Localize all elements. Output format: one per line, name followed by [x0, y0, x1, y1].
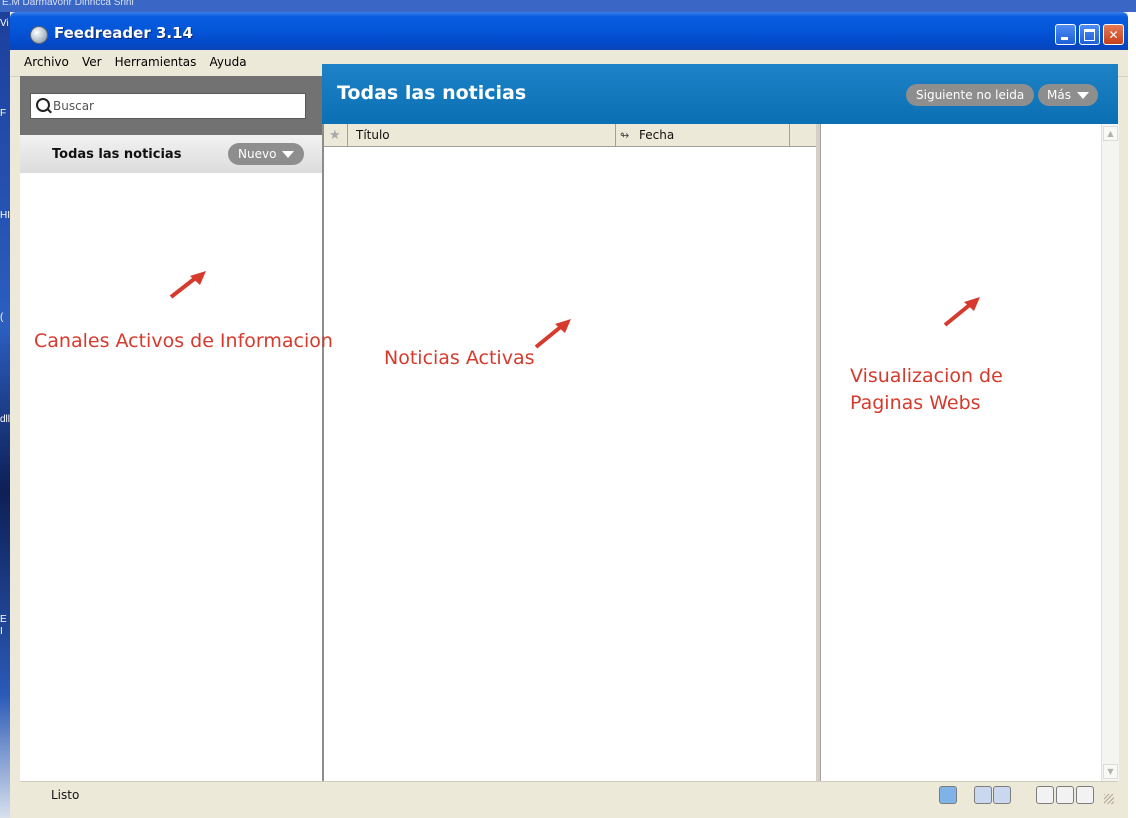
article-list[interactable]: [324, 147, 816, 781]
arrow-icon: [534, 319, 571, 349]
new-feed-label: Nuevo: [238, 147, 277, 161]
more-label: Más: [1047, 88, 1071, 102]
desktop-icon-label[interactable]: HI: [0, 210, 10, 221]
desktop-icon-label[interactable]: Vi: [0, 18, 10, 29]
feeds-title[interactable]: Todas las noticias: [52, 147, 181, 162]
more-button[interactable]: Más: [1038, 84, 1098, 106]
font-decrease-icon[interactable]: [974, 786, 992, 804]
menu-herramientas[interactable]: Herramientas: [115, 55, 197, 69]
feeds-pane: Todas las noticias Nuevo: [20, 76, 324, 781]
search-box[interactable]: [30, 93, 306, 119]
font-increase-icon[interactable]: [993, 786, 1011, 804]
next-unread-label: Siguiente no leida: [916, 88, 1025, 102]
title-column-header[interactable]: Título: [348, 124, 616, 146]
menu-archivo[interactable]: Archivo: [24, 55, 69, 69]
vertical-scrollbar[interactable]: ▲ ▼: [1101, 124, 1119, 781]
window-title: Feedreader 3.14: [54, 24, 193, 42]
chevron-down-icon: [282, 151, 295, 158]
next-unread-button[interactable]: Siguiente no leida: [906, 84, 1035, 106]
unread-marker-icon: ↬: [620, 129, 630, 142]
app-logo-icon: [30, 26, 48, 44]
search-panel: [20, 76, 322, 135]
annotation-web-line1: Visualizacion de: [850, 365, 1003, 387]
desktop-top-fragment: E.M Darmavonr Dlnncca Srinl: [2, 0, 134, 8]
page-title: Todas las noticias: [337, 82, 527, 104]
annotation-news: Noticias Activas: [384, 347, 535, 369]
desktop-icon-label[interactable]: E: [0, 614, 10, 625]
desktop-icon-label[interactable]: (: [0, 312, 10, 323]
annotation-channels: Canales Activos de Informacion: [34, 330, 333, 352]
desktop-icon-label[interactable]: I: [0, 626, 10, 637]
maximize-icon: [1084, 29, 1095, 41]
arrow-icon: [169, 271, 206, 299]
desktop-background: [0, 0, 10, 818]
scroll-down-icon[interactable]: ▼: [1103, 764, 1118, 779]
layout-three-pane-icon[interactable]: [1056, 786, 1074, 804]
title-bar[interactable]: Feedreader 3.14 ✕: [10, 12, 1128, 50]
menu-ayuda[interactable]: Ayuda: [209, 55, 246, 69]
title-column-label: Título: [356, 128, 390, 142]
layout-one-pane-icon[interactable]: [1036, 786, 1054, 804]
new-feed-button[interactable]: Nuevo: [228, 143, 305, 165]
articles-pane: ★ Título ↬ Fecha: [324, 124, 820, 781]
status-bar: Listo: [20, 781, 1118, 807]
star-icon: ★: [329, 128, 341, 143]
status-text: Listo: [51, 788, 80, 802]
desktop-top-strip: E.M Darmavonr Dlnncca Srinl: [0, 0, 1136, 12]
column-header: ★ Título ↬ Fecha: [324, 124, 816, 147]
star-column-header[interactable]: ★: [324, 124, 348, 146]
feed-list[interactable]: [20, 173, 322, 781]
maximize-button[interactable]: [1079, 24, 1100, 45]
feeds-header: Todas las noticias Nuevo: [20, 135, 322, 173]
close-icon: ✕: [1108, 28, 1119, 42]
minimize-button[interactable]: [1055, 24, 1076, 45]
menu-ver[interactable]: Ver: [82, 55, 102, 69]
annotation-web-line2: Paginas Webs: [850, 392, 981, 414]
desktop-icon-label[interactable]: F: [0, 108, 10, 119]
date-column-label: Fecha: [639, 128, 675, 142]
minimize-icon: [1061, 37, 1068, 40]
web-view-pane[interactable]: ▲ ▼: [820, 124, 1119, 781]
scroll-up-icon[interactable]: ▲: [1103, 126, 1118, 141]
desktop-icon-label[interactable]: dll: [0, 414, 10, 425]
search-icon: [36, 98, 50, 112]
search-input[interactable]: [53, 97, 293, 115]
arrow-icon: [943, 297, 980, 327]
globe-icon[interactable]: [939, 786, 957, 804]
close-button[interactable]: ✕: [1103, 24, 1124, 45]
chevron-down-icon: [1076, 92, 1089, 99]
resize-grip-icon[interactable]: [1104, 794, 1114, 804]
main-header: Todas las noticias Siguiente no leida Má…: [322, 64, 1118, 124]
date-column-header[interactable]: ↬ Fecha: [616, 124, 790, 146]
layout-list-icon[interactable]: [1076, 786, 1094, 804]
